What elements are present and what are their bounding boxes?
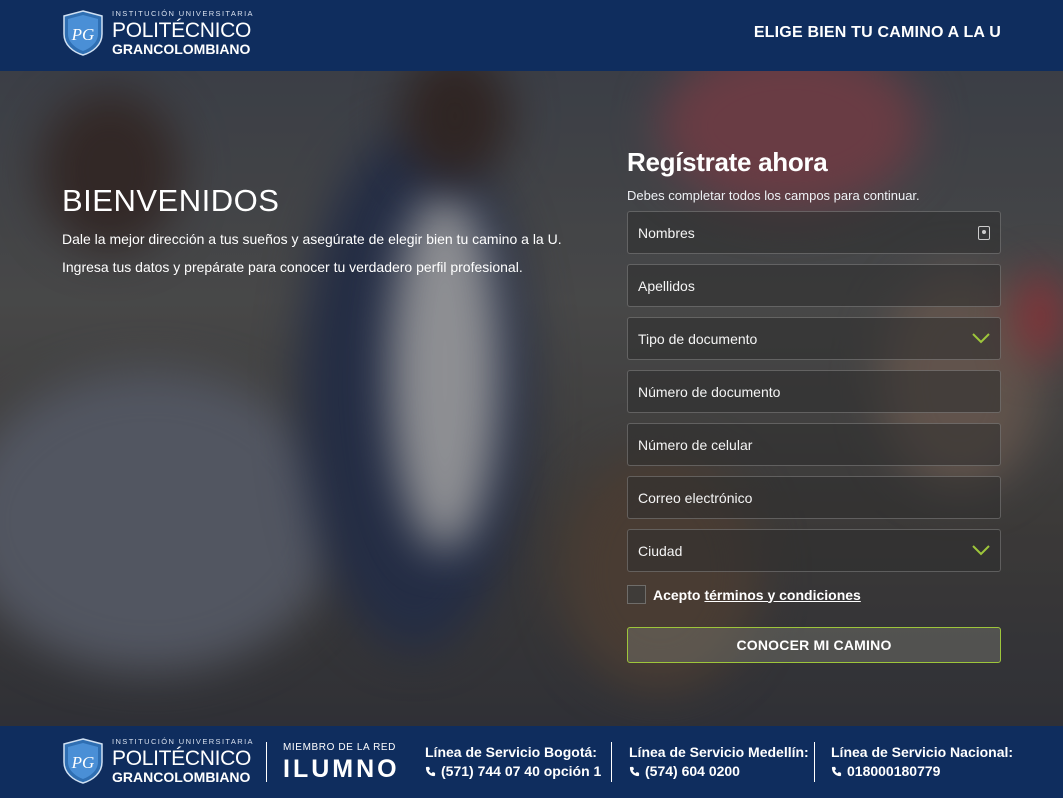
phone-icon	[831, 766, 842, 777]
header-tagline: ELIGE BIEN TU CAMINO A LA U	[753, 24, 1001, 41]
service-line-medellin: Línea de Servicio Medellín: (574) 604 02…	[629, 743, 809, 781]
terms-row: Acepto términos y condiciones	[627, 585, 1001, 604]
chevron-down-icon	[972, 545, 990, 556]
numero-documento-input[interactable]: Número de documento	[627, 370, 1001, 413]
terms-link[interactable]: términos y condiciones	[704, 587, 860, 603]
ilumno-member: MIEMBRO DE LA RED ILUMNO	[283, 742, 400, 784]
form-title: Regístrate ahora	[627, 147, 828, 177]
phone-icon	[425, 766, 436, 777]
welcome-line-2: Ingresa tus datos y prepárate para conoc…	[62, 259, 523, 275]
welcome-section: BIENVENIDOS Dale la mejor dirección a tu…	[62, 183, 602, 281]
service-title: Línea de Servicio Medellín:	[629, 744, 809, 760]
service-title: Línea de Servicio Nacional:	[831, 744, 1014, 760]
footer-logo[interactable]: PG INSTITUCIÓN UNIVERSITARIA POLITÉCNICO…	[62, 738, 254, 784]
ciudad-select[interactable]: Ciudad	[627, 529, 1001, 572]
shield-logo-icon: PG	[63, 738, 103, 784]
hero-background: BIENVENIDOS Dale la mejor dirección a tu…	[0, 71, 1063, 726]
service-phone[interactable]: (574) 604 0200	[645, 762, 740, 781]
logo-big-text: POLITÉCNICO	[112, 18, 252, 42]
ilumno-brand: ILUMNO	[283, 755, 400, 783]
numero-documento-placeholder: Número de documento	[638, 383, 781, 400]
service-title: Línea de Servicio Bogotá:	[425, 744, 597, 760]
service-phone[interactable]: 018000180779	[847, 762, 940, 781]
member-label: MIEMBRO DE LA RED	[283, 742, 396, 753]
form-hint: Debes completar todos los campos para co…	[627, 188, 920, 203]
tipo-documento-placeholder: Tipo de documento	[638, 330, 758, 347]
header-logo[interactable]: PG INSTITUCIÓN UNIVERSITARIA POLITÉCNICO…	[62, 10, 254, 56]
svg-text:PG: PG	[71, 25, 95, 44]
correo-placeholder: Correo electrónico	[638, 489, 753, 506]
shield-logo-icon: PG	[63, 10, 103, 56]
service-phone[interactable]: (571) 744 07 40 opción 1	[441, 762, 601, 781]
celular-input[interactable]: Número de celular	[627, 423, 1001, 466]
logo-small-text: INSTITUCIÓN UNIVERSITARIA	[112, 9, 254, 19]
registration-form: Regístrate ahora Debes completar todos l…	[627, 147, 1001, 663]
footer-logo-small-text: INSTITUCIÓN UNIVERSITARIA	[112, 737, 254, 747]
correo-input[interactable]: Correo electrónico	[627, 476, 1001, 519]
celular-placeholder: Número de celular	[638, 436, 753, 453]
submit-button[interactable]: CONOCER MI CAMINO	[627, 627, 1001, 663]
footer-logo-big-text: POLITÉCNICO	[112, 746, 252, 770]
service-line-bogota: Línea de Servicio Bogotá: (571) 744 07 4…	[425, 743, 601, 781]
footer-divider	[611, 742, 612, 782]
phone-icon	[629, 766, 640, 777]
terms-checkbox[interactable]	[627, 585, 646, 604]
nombres-placeholder: Nombres	[638, 224, 695, 241]
tipo-documento-select[interactable]: Tipo de documento	[627, 317, 1001, 360]
svg-text:PG: PG	[71, 753, 95, 772]
contact-card-icon	[978, 225, 990, 240]
ciudad-placeholder: Ciudad	[638, 542, 683, 559]
top-header: PG INSTITUCIÓN UNIVERSITARIA POLITÉCNICO…	[0, 0, 1063, 71]
welcome-title: BIENVENIDOS	[62, 183, 280, 218]
footer-divider	[266, 742, 267, 782]
welcome-line-1: Dale la mejor dirección a tus sueños y a…	[62, 231, 562, 247]
apellidos-placeholder: Apellidos	[638, 277, 695, 294]
nombres-input[interactable]: Nombres	[627, 211, 1001, 254]
footer: PG INSTITUCIÓN UNIVERSITARIA POLITÉCNICO…	[0, 726, 1063, 798]
terms-prefix: Acepto	[653, 586, 701, 603]
footer-divider	[814, 742, 815, 782]
service-line-nacional: Línea de Servicio Nacional: 018000180779	[831, 743, 1013, 781]
footer-logo-sub-text: GRANCOLOMBIANO	[112, 768, 251, 785]
apellidos-input[interactable]: Apellidos	[627, 264, 1001, 307]
chevron-down-icon	[972, 333, 990, 344]
logo-sub-text: GRANCOLOMBIANO	[112, 40, 251, 57]
